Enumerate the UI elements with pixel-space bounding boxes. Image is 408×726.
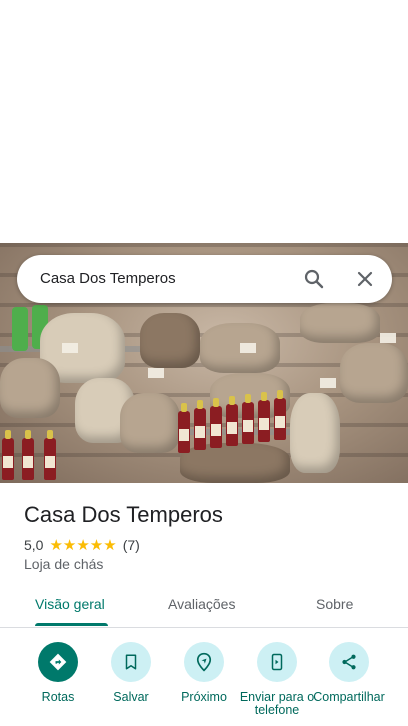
nearby-button[interactable]: Próximo: [164, 642, 244, 704]
herb-bag: [300, 303, 380, 343]
directions-label: Rotas: [41, 690, 75, 704]
herb-bag: [340, 343, 408, 403]
rating-row[interactable]: 5,0 ★★★★★ (7): [24, 536, 140, 554]
search-icon[interactable]: [302, 267, 326, 291]
price-tag: [148, 368, 164, 378]
price-tag: [380, 333, 396, 343]
nearby-label: Próximo: [181, 690, 227, 704]
rating-value: 5,0: [24, 537, 44, 553]
place-category[interactable]: Loja de chás: [24, 556, 103, 572]
herb-bag: [0, 358, 60, 418]
bottle: [44, 430, 56, 480]
bottle: [274, 390, 286, 440]
herb-bag: [290, 393, 340, 473]
active-tab-indicator: [35, 623, 108, 626]
star-rating-icon: ★★★★★: [49, 537, 117, 554]
directions-icon: [38, 642, 78, 682]
bottle: [194, 400, 206, 450]
send-to-phone-label: Enviar para o telefone: [239, 691, 315, 717]
price-tag: [62, 343, 78, 353]
bookmark-icon: [111, 642, 151, 682]
bottle: [258, 392, 270, 442]
action-bar: Rotas Salvar Próximo Enviar para o telef…: [0, 640, 408, 726]
price-tag: [240, 343, 256, 353]
share-button[interactable]: Compartilhar: [309, 642, 389, 719]
nearby-icon: [184, 642, 224, 682]
save-button[interactable]: Salvar: [91, 642, 171, 704]
tab-reviews[interactable]: Avaliações: [168, 596, 235, 612]
review-count: (7): [122, 537, 140, 553]
bottle: [242, 394, 254, 444]
send-to-phone-icon: [257, 642, 297, 682]
close-icon[interactable]: [353, 267, 377, 291]
save-label: Salvar: [113, 690, 149, 704]
tab-overview[interactable]: Visão geral: [35, 596, 105, 612]
send-to-phone-button[interactable]: Enviar para o telefone: [237, 642, 317, 719]
bottle: [178, 403, 190, 453]
map-area-blank: [0, 0, 408, 243]
share-label: Compartilhar: [313, 691, 385, 704]
place-tabs: Visão geral Avaliações Sobre: [0, 586, 408, 628]
share-icon: [329, 642, 369, 682]
search-query[interactable]: Casa Dos Temperos: [40, 270, 176, 287]
herb-bag: [120, 393, 180, 453]
search-bar[interactable]: Casa Dos Temperos: [17, 255, 392, 303]
directions-button[interactable]: Rotas: [18, 642, 98, 704]
jar: [12, 307, 28, 351]
bottle: [210, 398, 222, 448]
bottle: [226, 396, 238, 446]
bottle: [2, 430, 14, 480]
herb-bag: [140, 313, 200, 368]
tab-about[interactable]: Sobre: [316, 596, 353, 612]
place-title: Casa Dos Temperos: [24, 502, 223, 527]
price-tag: [320, 378, 336, 388]
bottle: [22, 430, 34, 480]
